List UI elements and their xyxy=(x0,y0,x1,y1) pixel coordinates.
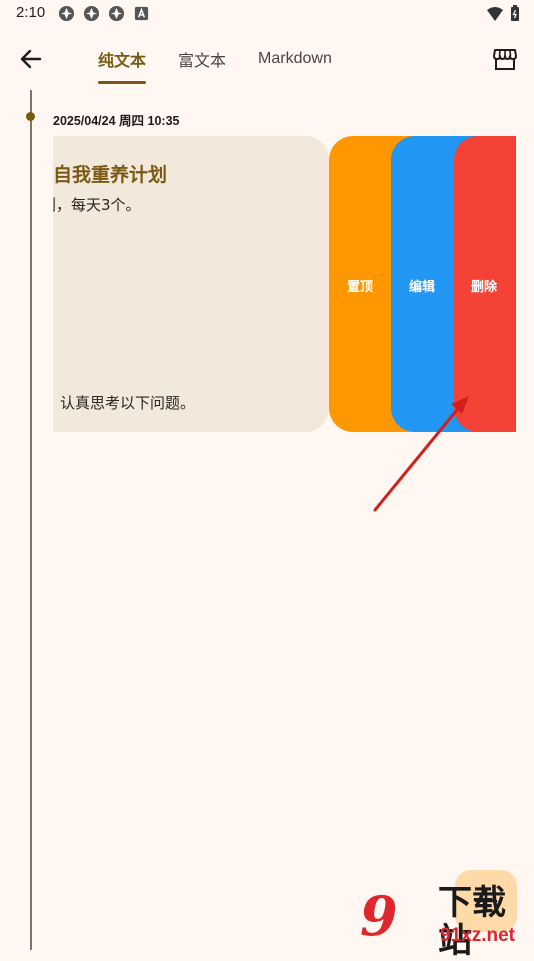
timeline-dot xyxy=(26,112,35,121)
entry-date: 2025/04/24 周四 10:35 xyxy=(53,114,180,128)
note-text-line: 认真思考以下问题。 xyxy=(60,394,196,412)
status-time: 2:10 xyxy=(16,4,46,21)
timeline-line xyxy=(30,90,32,950)
watermark-logo: 9 xyxy=(360,884,398,948)
status-bar: 2:10 xyxy=(0,0,534,30)
app-notification-icon xyxy=(108,5,125,22)
notification-icons xyxy=(58,5,150,22)
note-title: 自我重养计划 xyxy=(53,164,168,186)
swipe-item[interactable]: 自我重养计划 划，每天3个。 认真思考以下问题。 置顶 编辑 删除 xyxy=(53,136,516,432)
tab-markdown[interactable]: Markdown xyxy=(242,30,348,88)
store-icon xyxy=(493,49,517,70)
store-button[interactable] xyxy=(490,44,520,74)
arrow-left-icon xyxy=(20,49,42,69)
tab-plain-text[interactable]: 纯文本 xyxy=(82,30,162,88)
app-notification-icon xyxy=(58,5,75,22)
tab-bar: 纯文本 富文本 Markdown xyxy=(82,30,348,88)
back-button[interactable] xyxy=(14,44,48,74)
battery-icon xyxy=(511,5,519,21)
pin-label: 置顶 xyxy=(347,280,374,295)
watermark: 9 下载站 91xz.net xyxy=(360,880,534,960)
edit-label: 编辑 xyxy=(409,280,436,295)
tab-rich-text[interactable]: 富文本 xyxy=(162,30,242,88)
note-text-line: 划，每天3个。 xyxy=(53,196,141,214)
delete-label: 删除 xyxy=(471,280,498,295)
app-bar: 纯文本 富文本 Markdown xyxy=(0,30,534,88)
system-status-icons xyxy=(486,5,520,22)
watermark-url: 91xz.net xyxy=(440,925,515,946)
delete-button[interactable]: 删除 xyxy=(454,136,516,432)
app-notification-icon xyxy=(83,5,100,22)
note-card[interactable]: 自我重养计划 划，每天3个。 认真思考以下问题。 xyxy=(53,136,329,432)
wifi-icon xyxy=(487,6,503,21)
font-notification-icon xyxy=(134,6,149,21)
watermark-text: 下载站 xyxy=(438,883,506,961)
